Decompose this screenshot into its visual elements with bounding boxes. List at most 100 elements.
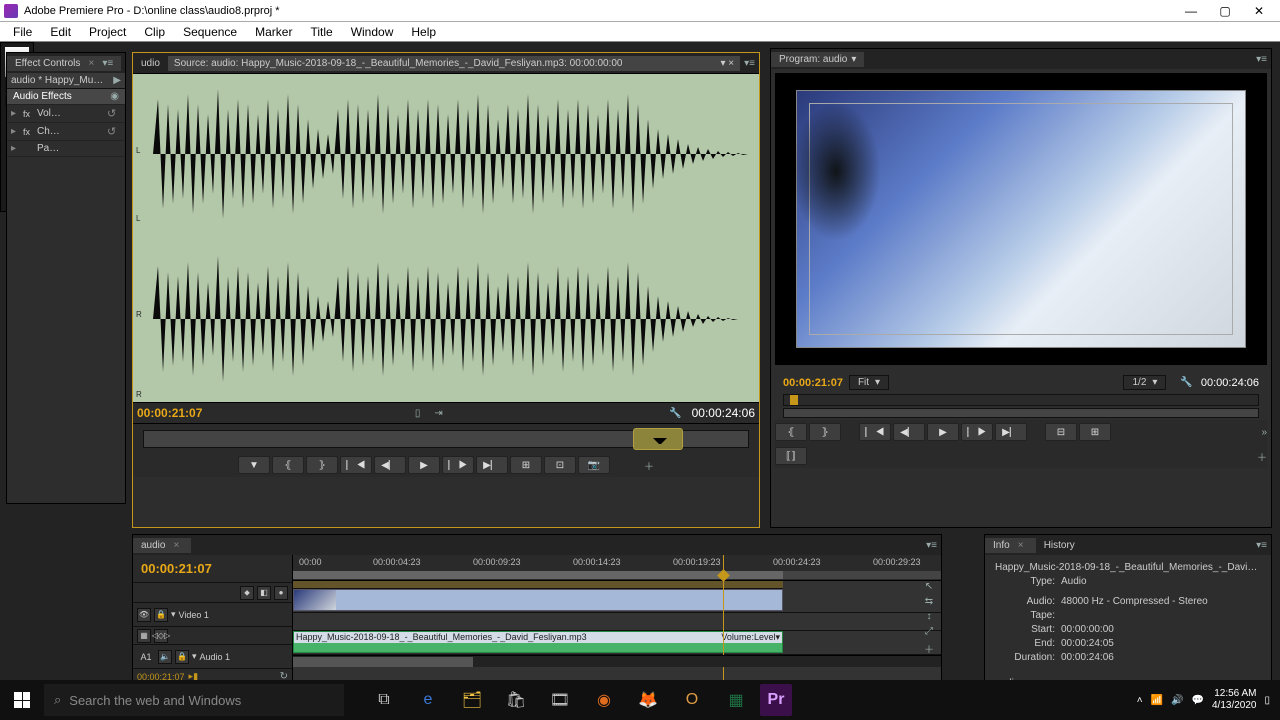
video-track-1[interactable]	[293, 589, 941, 613]
go-to-out-button[interactable]: ▶⎸	[476, 456, 508, 474]
menu-sequence[interactable]: Sequence	[174, 23, 246, 41]
more-icon[interactable]: »	[1261, 427, 1267, 438]
edge-icon[interactable]: e	[408, 680, 448, 720]
sync-lock-icon[interactable]: 🔒	[154, 608, 168, 622]
audio-clip[interactable]: Happy_Music-2018-09-18_-_Beautiful_Memor…	[293, 631, 783, 653]
audio-track-1[interactable]: Happy_Music-2018-09-18_-_Beautiful_Memor…	[293, 631, 941, 655]
go-to-in-button[interactable]: ⎸◀	[859, 423, 891, 441]
clip-display-icon[interactable]: ▯	[415, 408, 421, 419]
video-track-header[interactable]: 👁 🔒 ▾ Video 1	[133, 602, 292, 626]
insert-button[interactable]: ⊞	[510, 456, 542, 474]
tab-program[interactable]: Program: audio ▾	[771, 52, 864, 67]
reset-icon[interactable]: ↺	[107, 107, 121, 120]
firefox-icon[interactable]: 🦊	[628, 680, 668, 720]
program-position-bar[interactable]	[783, 394, 1259, 406]
work-area-bar[interactable]	[293, 571, 783, 579]
export-frame-button[interactable]: 📷	[578, 456, 610, 474]
resolution-dropdown[interactable]: 1/2▾	[1123, 375, 1166, 390]
disclosure-icon[interactable]: ▸	[11, 143, 23, 154]
add-icon[interactable]: ＋	[924, 641, 934, 656]
lift-button[interactable]: ⊟	[1045, 423, 1077, 441]
timeline-ruler[interactable]: 00:00 00:00:04:23 00:00:09:23 00:00:14:2…	[293, 555, 941, 581]
tab-history[interactable]: History	[1036, 538, 1083, 553]
linked-selection-icon[interactable]: ◧	[257, 586, 271, 600]
panel-menu-icon[interactable]: ▾≡	[922, 540, 941, 551]
mark-in-button[interactable]: ⦃	[775, 423, 807, 441]
menu-window[interactable]: Window	[342, 23, 403, 41]
chevron-right-icon[interactable]: ▶	[113, 75, 121, 86]
track-id[interactable]: A1	[137, 652, 155, 662]
notification-icon[interactable]: 💬	[1192, 695, 1204, 706]
file-explorer-icon[interactable]: 🗂	[452, 680, 492, 720]
marker-icon[interactable]: ●	[274, 586, 288, 600]
play-button[interactable]: ▶	[927, 423, 959, 441]
taskbar-search[interactable]: ⌕ Search the web and Windows	[44, 684, 344, 716]
premiere-taskbar-icon[interactable]: Pr	[760, 684, 792, 716]
media-app-icon[interactable]: 🎞	[540, 680, 580, 720]
ripple-tool-icon[interactable]: ⇆	[925, 596, 933, 607]
panel-menu-icon[interactable]: ▾≡	[102, 58, 113, 69]
zoom-fit-dropdown[interactable]: Fit▾	[849, 375, 889, 390]
tab-info[interactable]: Info×	[985, 538, 1036, 553]
groove-icon[interactable]: ◉	[584, 680, 624, 720]
timeline-scrollbar[interactable]	[293, 655, 941, 667]
go-to-in-button[interactable]: ⎸◀	[340, 456, 372, 474]
disclosure-icon[interactable]: ▸	[11, 108, 23, 119]
zoom-tool-icon[interactable]: ↕	[927, 611, 932, 622]
add-button-icon[interactable]: ＋	[644, 458, 654, 473]
opera-icon[interactable]: O	[672, 680, 712, 720]
menu-title[interactable]: Title	[301, 23, 341, 41]
expand-tool-icon[interactable]: ⤢	[925, 626, 933, 637]
tray-chevron-icon[interactable]: ˄	[1137, 695, 1143, 706]
mark-out-button[interactable]: ⦄	[306, 456, 338, 474]
effect-row-panner[interactable]: ▸ Pa…	[7, 141, 125, 157]
mark-in-button[interactable]: ⦃	[272, 456, 304, 474]
trim-button[interactable]: ⟦⟧	[775, 447, 807, 465]
step-forward-button[interactable]: ⎸▶	[961, 423, 993, 441]
add-marker-button[interactable]: ▼	[238, 456, 270, 474]
video-clip[interactable]	[293, 589, 783, 611]
reset-icon[interactable]: ↺	[107, 125, 121, 138]
source-waveform[interactable]: L L R R	[133, 73, 759, 403]
wrench-icon[interactable]: 🔧	[1180, 377, 1192, 388]
menu-project[interactable]: Project	[80, 23, 135, 41]
drag-audio-icon[interactable]: ⇥	[434, 408, 442, 419]
program-timecode-in[interactable]: 00:00:21:07	[783, 377, 843, 389]
timeline-timecode[interactable]: 00:00:21:07	[133, 555, 292, 582]
start-button[interactable]	[0, 680, 44, 720]
tab-source-short[interactable]: udio	[133, 56, 168, 71]
source-timecode-in[interactable]: 00:00:21:07	[137, 406, 202, 420]
add-button-icon[interactable]: ＋	[1257, 449, 1267, 464]
tab-timeline-sequence[interactable]: audio×	[133, 538, 191, 553]
extract-button[interactable]: ⊞	[1079, 423, 1111, 441]
task-view-icon[interactable]: ⧉	[364, 680, 404, 720]
wrench-icon[interactable]: 🔧	[669, 408, 681, 419]
program-zoom-bar[interactable]	[783, 408, 1259, 418]
toggle-output-icon[interactable]: 👁	[137, 608, 151, 622]
panel-menu-icon[interactable]: ▾≡	[740, 58, 759, 69]
taskbar-clock[interactable]: 12:56 AM 4/13/2020	[1212, 688, 1257, 712]
step-back-button[interactable]: ◀⎸	[893, 423, 925, 441]
panel-menu-icon[interactable]: ▾≡	[1252, 540, 1271, 551]
step-back-button[interactable]: ◀⎸	[374, 456, 406, 474]
store-icon[interactable]: 🛍	[496, 680, 536, 720]
close-icon[interactable]: ×	[84, 58, 98, 69]
minimize-button[interactable]: —	[1174, 3, 1208, 19]
track-target-icon[interactable]: ▦	[137, 629, 151, 643]
menu-file[interactable]: File	[4, 23, 41, 41]
effect-row-channel[interactable]: ▸ fx Ch… ↺	[7, 123, 125, 141]
source-scrub-bar[interactable]	[133, 423, 759, 453]
menu-clip[interactable]: Clip	[135, 23, 174, 41]
sync-lock-icon[interactable]: 🔒	[175, 650, 189, 664]
toggle-keyframes-icon[interactable]: ◉	[110, 91, 119, 102]
tab-effect-controls[interactable]: Effect Controls × ▾≡	[7, 56, 121, 71]
mark-out-button[interactable]: ⦄	[809, 423, 841, 441]
excel-icon[interactable]: ▦	[716, 680, 756, 720]
snap-icon[interactable]: ⬥	[240, 586, 254, 600]
effect-row-volume[interactable]: ▸ fx Vol… ↺	[7, 105, 125, 123]
program-playhead[interactable]	[790, 395, 798, 405]
go-to-out-button[interactable]: ▶⎸	[995, 423, 1027, 441]
menu-marker[interactable]: Marker	[246, 23, 301, 41]
system-tray[interactable]: ˄ 📶 🔊 💬 12:56 AM 4/13/2020 ▯	[1127, 688, 1280, 712]
network-icon[interactable]: 📶	[1151, 695, 1163, 706]
